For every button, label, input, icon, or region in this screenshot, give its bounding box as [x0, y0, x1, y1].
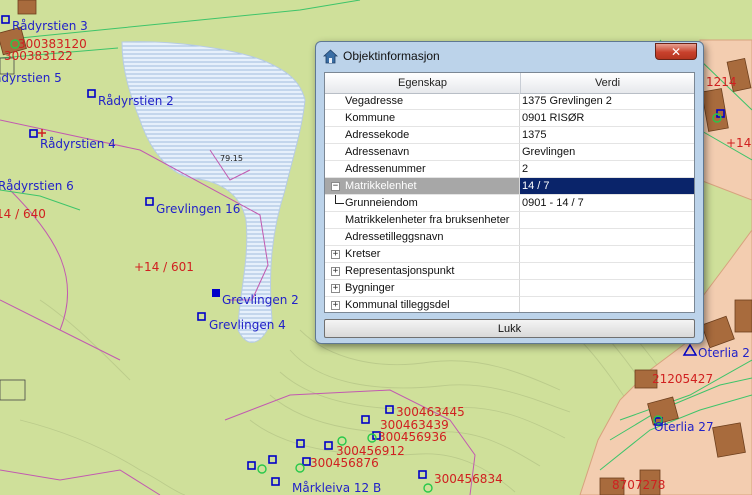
property-name-cell: Adressetilleggsnavn — [325, 229, 520, 246]
property-label: Kretser — [345, 248, 381, 260]
property-value-cell: Grevlingen — [520, 144, 694, 161]
property-value-cell — [520, 263, 694, 280]
selected-address-point — [212, 289, 220, 297]
expand-icon[interactable]: + — [331, 284, 340, 293]
property-label: Kommune — [345, 112, 396, 124]
map-label: 8707278 — [612, 478, 665, 492]
expand-icon[interactable]: + — [331, 267, 340, 276]
property-value-cell — [520, 212, 694, 229]
property-name-cell: + Kommunal tilleggsdel — [325, 297, 520, 312]
close-dialog-button[interactable]: Lukk — [324, 319, 695, 338]
expand-icon[interactable]: + — [331, 250, 340, 259]
map-label: Oterlia 27 — [654, 420, 714, 434]
property-label: Bygninger — [345, 282, 395, 294]
map-label: Rådyrstien 4 — [40, 137, 116, 151]
property-name-cell: + Bygninger — [325, 280, 520, 297]
map-label: 14 / 640 — [0, 207, 46, 221]
property-name-cell: Adressenavn — [325, 144, 520, 161]
property-name-cell: − Matrikkelenhet — [325, 178, 520, 195]
map-label: Rådyrstien 2 — [98, 94, 174, 108]
property-name-cell: + Kretser — [325, 246, 520, 263]
map-label: 21205427 — [652, 372, 713, 386]
grid-row[interactable]: Adressenummer 2 — [325, 161, 694, 178]
property-label: Vegadresse — [345, 95, 404, 107]
property-value-cell: 0901 - 14 / 7 — [520, 195, 694, 212]
property-label: Representasjonspunkt — [345, 265, 455, 277]
dialog-title: Objektinformasjon — [343, 49, 440, 63]
map-label: Oterlia 2 — [698, 346, 750, 360]
map-label: 79.15 — [220, 154, 243, 163]
property-value-cell: 14 / 7 — [520, 178, 694, 195]
property-name-cell: + Representasjonspunkt — [325, 263, 520, 280]
property-value-cell: 1375 — [520, 127, 694, 144]
map-label: Grevlingen 2 — [222, 293, 299, 307]
grid-row[interactable]: − Matrikkelenhet 14 / 7 — [325, 178, 694, 195]
close-icon: ✕ — [670, 45, 682, 59]
map-label: 300456876 — [310, 456, 379, 470]
property-label: Matrikkelenheter fra bruksenheter — [345, 214, 510, 226]
map-label: 300456834 — [434, 472, 503, 486]
property-label: Adressekode — [345, 129, 410, 141]
close-button[interactable]: ✕ — [655, 43, 697, 60]
property-value-cell: 1375 Grevlingen 2 — [520, 93, 694, 110]
property-label: Kommunal tilleggsdel — [345, 299, 450, 311]
expand-icon[interactable]: + — [331, 301, 340, 310]
grid-row[interactable]: + Bygninger — [325, 280, 694, 297]
grid-row[interactable]: Vegadresse 1375 Grevlingen 2 — [325, 93, 694, 110]
grid-row[interactable]: Adressekode 1375 — [325, 127, 694, 144]
map-label: 1214 — [706, 75, 737, 89]
property-value-cell: 0901 RISØR — [520, 110, 694, 127]
map-label: 300463445 — [396, 405, 465, 419]
grid-row[interactable]: + Representasjonspunkt — [325, 263, 694, 280]
property-label: Adressenavn — [345, 146, 410, 158]
property-name-cell: Adressenummer — [325, 161, 520, 178]
collapse-icon[interactable]: − — [331, 182, 340, 191]
property-name-cell: Vegadresse — [325, 93, 520, 110]
property-grid: Egenskap Verdi Vegadresse 1375 Grevlingen… — [324, 72, 695, 313]
grid-row[interactable]: + Kretser — [325, 246, 694, 263]
column-header-egenskap[interactable]: Egenskap — [325, 73, 521, 93]
grid-row[interactable]: Adressetilleggsnavn — [325, 229, 694, 246]
property-label: Matrikkelenhet — [345, 180, 417, 192]
map-label: Grevlingen 16 — [156, 202, 240, 216]
tree-connector-icon — [335, 195, 344, 204]
property-name-cell: Adressekode — [325, 127, 520, 144]
grid-header: Egenskap Verdi — [325, 73, 694, 94]
grid-row[interactable]: Adressenavn Grevlingen — [325, 144, 694, 161]
map-label: Grevlingen 4 — [209, 318, 286, 332]
grid-row[interactable]: Matrikkelenheter fra bruksenheter — [325, 212, 694, 229]
property-label: Grunneiendom — [345, 197, 418, 209]
map-label: Rådyrstien 3 — [12, 19, 88, 33]
grid-row[interactable]: Grunneiendom 0901 - 14 / 7 — [325, 195, 694, 212]
grid-row[interactable]: Kommune 0901 RISØR — [325, 110, 694, 127]
map-label: 300383122 — [4, 49, 73, 63]
property-name-cell: Kommune — [325, 110, 520, 127]
dialog-titlebar[interactable]: Objektinformasjon ✕ — [316, 42, 703, 70]
property-value-cell: 2 — [520, 161, 694, 178]
map-label: 300456936 — [378, 430, 447, 444]
map-label: Rådyrstien 5 — [0, 71, 62, 85]
property-value-cell — [520, 229, 694, 246]
property-value-cell — [520, 246, 694, 263]
column-header-verdi[interactable]: Verdi — [521, 73, 694, 93]
map-label: +14 — [726, 136, 751, 150]
property-label: Adressetilleggsnavn — [345, 231, 444, 243]
property-value-cell — [520, 297, 694, 312]
house-icon — [323, 49, 338, 64]
property-name-cell: Matrikkelenheter fra bruksenheter — [325, 212, 520, 229]
grid-row[interactable]: + Kommunal tilleggsdel — [325, 297, 694, 312]
map-label: +14 / 601 — [134, 260, 194, 274]
property-value-cell — [520, 280, 694, 297]
map-label: Mårkleiva 12 B — [292, 481, 381, 495]
map-label: Rådyrstien 6 — [0, 179, 74, 193]
object-info-dialog: Objektinformasjon ✕ Egenskap Verdi Vegad… — [315, 41, 704, 344]
property-label: Adressenummer — [345, 163, 426, 175]
property-name-cell: Grunneiendom — [325, 195, 520, 212]
